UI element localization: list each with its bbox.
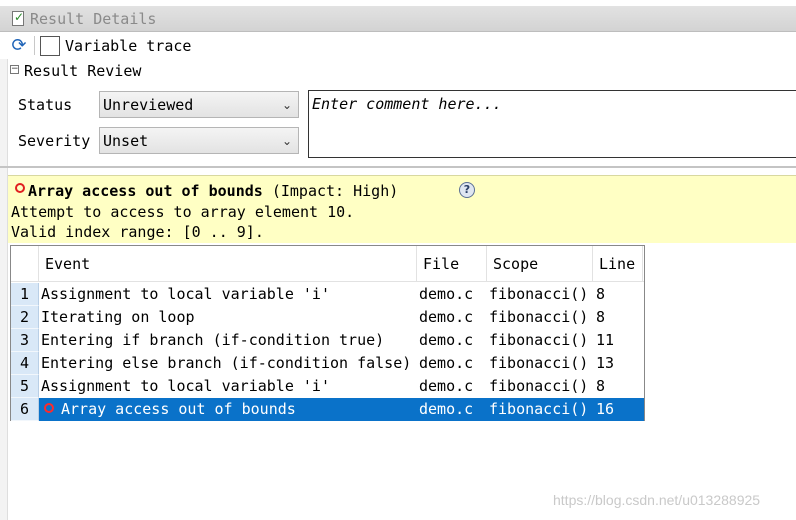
table-row-selected[interactable]: 6 Array access out of bounds demo.c fibo… — [11, 398, 644, 421]
event-cell: Array access out of bounds — [61, 400, 296, 418]
scope-cell: fibonacci() — [489, 400, 589, 418]
checklist-icon: ✓ — [12, 10, 25, 26]
table-row[interactable]: 5 Assignment to local variable 'i' demo.… — [11, 375, 644, 398]
table-row[interactable]: 2 Iterating on loop demo.c fibonacci() 8 — [11, 306, 644, 329]
file-cell: demo.c — [419, 400, 474, 418]
column-header-event[interactable]: Event — [39, 246, 417, 282]
column-header-line[interactable]: Line — [593, 246, 643, 282]
event-cell: Assignment to local variable 'i' — [41, 285, 330, 303]
table-row[interactable]: 1 Assignment to local variable 'i' demo.… — [11, 283, 644, 306]
event-cell: Entering if branch (if-condition true) — [41, 331, 385, 349]
row-number: 5 — [11, 375, 39, 398]
finding-title: Array access out of bounds (Impact: High… — [28, 180, 398, 202]
events-table: Event File Scope Line 1 Assignment to lo… — [10, 245, 645, 421]
event-cell: Assignment to local variable 'i' — [41, 377, 330, 395]
title-bar: ✓ Result Details — [0, 6, 796, 32]
refresh-icon[interactable]: ⟳ — [9, 36, 29, 56]
status-label: Status — [18, 96, 73, 114]
row-number: 6 — [11, 398, 39, 421]
finding-detail-line: Valid index range: [0 .. 9]. — [11, 223, 264, 241]
file-cell: demo.c — [419, 331, 474, 349]
finding-name: Array access out of bounds — [28, 182, 263, 200]
severity-value: Unset — [103, 132, 149, 150]
column-header-number[interactable] — [11, 246, 39, 282]
chevron-down-icon: ⌄ — [281, 98, 293, 112]
file-cell: demo.c — [419, 285, 474, 303]
line-cell: 8 — [596, 285, 606, 303]
table-row[interactable]: 4 Entering else branch (if-condition fal… — [11, 352, 644, 375]
finding-impact: (Impact: High) — [262, 182, 399, 200]
variable-trace-checkbox[interactable] — [40, 36, 60, 56]
status-value: Unreviewed — [103, 96, 194, 114]
scope-cell: fibonacci() — [489, 331, 589, 349]
help-icon[interactable]: ? — [459, 182, 475, 198]
severity-label: Severity — [18, 132, 91, 150]
variable-trace-label[interactable]: Variable trace — [65, 37, 191, 55]
table-header: Event File Scope Line — [11, 246, 644, 282]
left-scrollbar[interactable] — [0, 59, 8, 520]
line-cell: 8 — [596, 308, 606, 326]
column-header-file[interactable]: File — [417, 246, 487, 282]
row-number: 2 — [11, 306, 39, 329]
scope-cell: fibonacci() — [489, 285, 589, 303]
event-cell: Iterating on loop — [41, 308, 195, 326]
finding-detail-line: Attempt to access to array element 10. — [11, 203, 355, 221]
unreviewed-circle-icon — [15, 183, 25, 193]
comment-field[interactable]: Enter comment here... — [308, 90, 796, 158]
file-cell: demo.c — [419, 308, 474, 326]
table-row[interactable]: 3 Entering if branch (if-condition true)… — [11, 329, 644, 352]
severity-select[interactable]: Unset ⌄ — [99, 127, 299, 154]
scope-cell: fibonacci() — [489, 377, 589, 395]
row-number: 1 — [11, 283, 39, 306]
scope-cell: fibonacci() — [489, 354, 589, 372]
event-cell: Entering else branch (if-condition false… — [41, 354, 412, 372]
watermark: https://blog.csdn.net/u013288925 — [553, 492, 761, 508]
file-cell: demo.c — [419, 377, 474, 395]
status-select[interactable]: Unreviewed ⌄ — [99, 91, 299, 118]
window-title: Result Details — [30, 10, 157, 28]
unreviewed-circle-icon — [44, 403, 54, 413]
row-number: 3 — [11, 329, 39, 352]
scope-cell: fibonacci() — [489, 308, 589, 326]
line-cell: 13 — [596, 354, 615, 372]
collapse-icon[interactable]: − — [10, 65, 19, 74]
comment-placeholder: Enter comment here... — [312, 95, 502, 113]
chevron-down-icon: ⌄ — [281, 134, 293, 148]
line-cell: 8 — [596, 377, 606, 395]
file-cell: demo.c — [419, 354, 474, 372]
toolbar: ⟳ Variable trace — [0, 33, 796, 59]
finding-summary: Array access out of bounds (Impact: High… — [8, 175, 796, 243]
line-cell: 16 — [596, 400, 615, 418]
column-header-scope[interactable]: Scope — [487, 246, 593, 282]
row-number: 4 — [11, 352, 39, 375]
toolbar-separator — [34, 36, 35, 55]
section-divider — [0, 166, 796, 168]
result-review-label: Result Review — [24, 62, 142, 80]
line-cell: 11 — [596, 331, 615, 349]
result-review-header[interactable]: − Result Review — [0, 61, 796, 81]
